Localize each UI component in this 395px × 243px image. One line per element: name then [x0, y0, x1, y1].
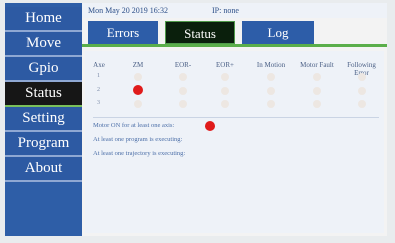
- row-axis-number: 1: [97, 73, 100, 79]
- ip-display: IP: none: [212, 6, 239, 15]
- column-header-zm: ZM: [132, 61, 144, 69]
- eor-minus-indicator: [179, 87, 187, 95]
- motor-on-label: Motor ON for at least one axis:: [93, 122, 175, 129]
- motor-fault-indicator: [313, 87, 321, 95]
- motor-fault-indicator: [313, 73, 321, 81]
- tab-errors[interactable]: Errors: [88, 21, 158, 44]
- nav-gpio-button[interactable]: Gpio: [5, 57, 82, 82]
- nav-about-button[interactable]: About: [5, 157, 82, 182]
- eor-plus-indicator: [221, 100, 229, 108]
- in-motion-indicator: [267, 100, 275, 108]
- in-motion-indicator: [267, 73, 275, 81]
- tab-log[interactable]: Log: [242, 21, 314, 44]
- tab-status[interactable]: Status: [165, 21, 235, 44]
- zm-indicator: [134, 100, 142, 108]
- trajectory-executing-label: At least one trajectory is executing:: [93, 150, 186, 157]
- nav-program-button[interactable]: Program: [5, 132, 82, 157]
- nav-home-button[interactable]: Home: [5, 7, 82, 32]
- sidebar: Home Move Gpio Status Setting Program Ab…: [5, 3, 82, 236]
- program-executing-label: At least one program is executing:: [93, 136, 183, 143]
- tab-underline: [82, 44, 387, 47]
- zm-indicator: [134, 73, 142, 81]
- in-motion-indicator: [267, 87, 275, 95]
- datetime-display: Mon May 20 2019 16:32: [88, 6, 168, 15]
- eor-minus-indicator: [179, 100, 187, 108]
- nav-move-button[interactable]: Move: [5, 32, 82, 57]
- nav-setting-button[interactable]: Setting: [5, 107, 82, 132]
- eor-plus-indicator: [221, 87, 229, 95]
- hmi-screen: Home Move Gpio Status Setting Program Ab…: [5, 3, 387, 236]
- nav-status-button[interactable]: Status: [5, 82, 82, 107]
- following-error-indicator: [358, 87, 366, 95]
- following-error-indicator: [358, 73, 366, 81]
- column-header-axe: Axe: [93, 61, 105, 69]
- motor-fault-indicator: [313, 100, 321, 108]
- column-header-eor-plus: EOR+: [216, 61, 234, 69]
- eor-minus-indicator: [179, 73, 187, 81]
- column-header-motor-fault: Motor Fault: [300, 61, 334, 69]
- top-status-bar: Mon May 20 2019 16:32 IP: none: [82, 3, 387, 18]
- eor-plus-indicator: [221, 73, 229, 81]
- following-error-indicator: [358, 100, 366, 108]
- row-axis-number: 2: [97, 87, 100, 93]
- status-panel: Axe ZM EOR- EOR+ In Motion Motor Fault F…: [85, 51, 384, 233]
- column-header-eor-minus: EOR-: [174, 61, 192, 69]
- column-header-in-motion: In Motion: [256, 61, 286, 69]
- zm-indicator: [133, 85, 143, 95]
- section-divider: [93, 117, 379, 118]
- row-axis-number: 3: [97, 100, 100, 106]
- motor-on-indicator: [205, 121, 215, 131]
